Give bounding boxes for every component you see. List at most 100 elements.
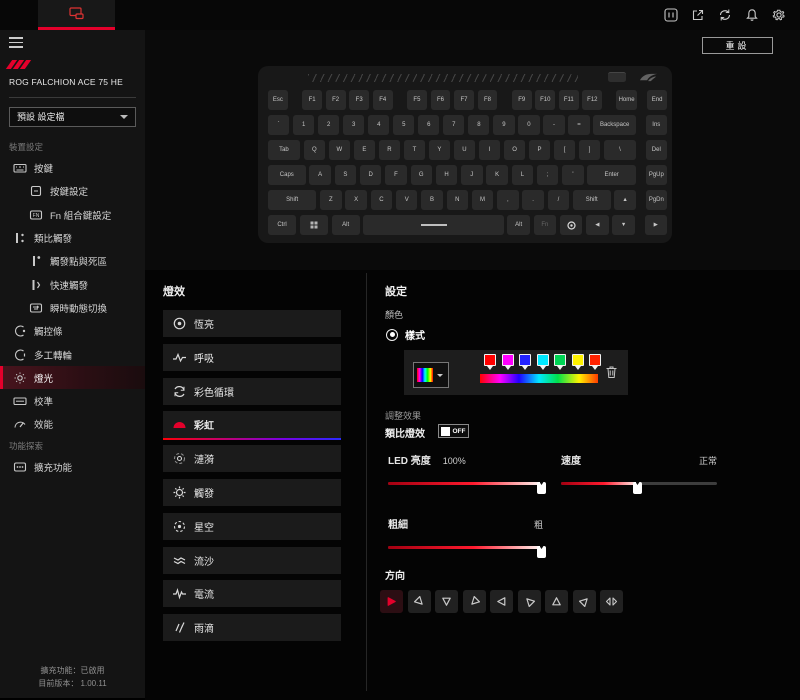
- keyboard-key[interactable]: F8: [478, 90, 498, 110]
- sidebar-item[interactable]: 按鍵: [0, 157, 145, 180]
- sidebar-item[interactable]: 瞬時動態切換: [0, 296, 145, 319]
- keyboard-key[interactable]: T: [404, 140, 425, 160]
- profile-dropdown[interactable]: 預設 設定檔: [9, 107, 136, 127]
- keyboard-key[interactable]: PgUp: [646, 165, 667, 185]
- keyboard-key[interactable]: Esc: [268, 90, 288, 110]
- keyboard-key[interactable]: 3: [343, 115, 364, 135]
- keyboard-key[interactable]: Z: [320, 190, 341, 210]
- direction-button-1[interactable]: [408, 590, 431, 613]
- keyboard-key[interactable]: Backspace: [593, 115, 635, 135]
- menu-icon[interactable]: [9, 37, 23, 48]
- sidebar-item[interactable]: 燈光: [0, 366, 145, 389]
- keyboard-key[interactable]: M: [472, 190, 493, 210]
- keyboard-key[interactable]: F6: [431, 90, 451, 110]
- keyboard-key[interactable]: F4: [373, 90, 393, 110]
- effect-item[interactable]: 流沙: [163, 547, 341, 574]
- effect-item[interactable]: 電流: [163, 580, 341, 607]
- keyboard-key[interactable]: C: [371, 190, 392, 210]
- keyboard-key[interactable]: ▼: [612, 215, 634, 235]
- keyboard-key[interactable]: End: [647, 90, 667, 110]
- slider-thumb[interactable]: [633, 482, 642, 494]
- keyboard-key[interactable]: \: [604, 140, 636, 160]
- keyboard-key[interactable]: ▶: [645, 215, 667, 235]
- keyboard-key[interactable]: Q: [304, 140, 325, 160]
- windows-key[interactable]: [300, 215, 328, 235]
- keyboard-key[interactable]: I: [479, 140, 500, 160]
- direction-button-4[interactable]: [490, 590, 513, 613]
- keyboard-key[interactable]: 4: [368, 115, 389, 135]
- keyboard-key[interactable]: 7: [443, 115, 464, 135]
- keyboard-key[interactable]: =: [568, 115, 589, 135]
- keyboard-key[interactable]: ,: [497, 190, 518, 210]
- keyboard-key[interactable]: Ctrl: [268, 215, 296, 235]
- keyboard-key[interactable]: F2: [326, 90, 346, 110]
- effect-item[interactable]: 彩虹: [163, 411, 341, 438]
- effect-item[interactable]: 雨滴: [163, 614, 341, 641]
- keyboard-key[interactable]: ]: [579, 140, 600, 160]
- effect-item[interactable]: 漣漪: [163, 445, 341, 472]
- keyboard-key[interactable]: Enter: [587, 165, 635, 185]
- keyboard-key[interactable]: [: [554, 140, 575, 160]
- style-radio[interactable]: [386, 329, 398, 341]
- keyboard-key[interactable]: `: [268, 115, 289, 135]
- sidebar-item[interactable]: 類比觸發: [0, 226, 145, 249]
- keyboard-key[interactable]: F11: [559, 90, 579, 110]
- keyboard-key[interactable]: J: [461, 165, 482, 185]
- gear-icon[interactable]: [771, 8, 786, 23]
- keyboard-key[interactable]: V: [396, 190, 417, 210]
- keyboard-key[interactable]: -: [543, 115, 564, 135]
- keyboard-key[interactable]: Alt: [332, 215, 360, 235]
- keyboard-key[interactable]: Y: [429, 140, 450, 160]
- keyboard-key[interactable]: W: [329, 140, 350, 160]
- keyboard-key[interactable]: F9: [512, 90, 532, 110]
- keyboard-key[interactable]: X: [345, 190, 366, 210]
- keyboard-key[interactable]: ◀: [586, 215, 608, 235]
- keyboard-key[interactable]: F: [385, 165, 406, 185]
- keyboard-key[interactable]: .: [522, 190, 543, 210]
- keyboard-key[interactable]: H: [436, 165, 457, 185]
- gradient-stop[interactable]: [572, 354, 584, 366]
- gradient-stop[interactable]: [484, 354, 496, 366]
- gradient-stop[interactable]: [502, 354, 514, 366]
- keyboard-key[interactable]: 6: [418, 115, 439, 135]
- keyboard-key[interactable]: ;: [537, 165, 558, 185]
- gradient-stop[interactable]: [589, 354, 601, 366]
- effect-item[interactable]: 觸發: [163, 479, 341, 506]
- keyboard-key[interactable]: Del: [646, 140, 667, 160]
- keyboard-key[interactable]: B: [421, 190, 442, 210]
- direction-button-6[interactable]: [545, 590, 568, 613]
- keyboard-key[interactable]: O: [504, 140, 525, 160]
- keyboard-key[interactable]: ': [562, 165, 583, 185]
- keyboard-key[interactable]: G: [411, 165, 432, 185]
- gradient-stop[interactable]: [554, 354, 566, 366]
- keyboard-key[interactable]: L: [512, 165, 533, 185]
- sidebar-item[interactable]: 觸控條: [0, 320, 145, 343]
- keyboard-key[interactable]: K: [486, 165, 507, 185]
- keyboard-key[interactable]: F3: [349, 90, 369, 110]
- sidebar-item[interactable]: FNFn 組合鍵設定: [0, 203, 145, 226]
- keyboard-key[interactable]: R: [379, 140, 400, 160]
- share-icon[interactable]: [690, 8, 705, 23]
- device-tab[interactable]: [38, 0, 115, 30]
- effect-item[interactable]: 呼吸: [163, 344, 341, 371]
- keyboard-key[interactable]: Shift: [268, 190, 316, 210]
- keyboard-key[interactable]: F5: [407, 90, 427, 110]
- effect-item[interactable]: 恆亮: [163, 310, 341, 337]
- keyboard-key[interactable]: D: [360, 165, 381, 185]
- keyboard-key[interactable]: S: [335, 165, 356, 185]
- keyboard-key[interactable]: /: [548, 190, 569, 210]
- bell-icon[interactable]: [744, 8, 759, 23]
- copilot-key[interactable]: [560, 215, 582, 235]
- sidebar-item[interactable]: 效能: [0, 413, 145, 436]
- keyboard-key[interactable]: F1: [302, 90, 322, 110]
- slider-track[interactable]: [561, 482, 717, 485]
- keyboard-key[interactable]: Fn: [534, 215, 556, 235]
- keyboard-key[interactable]: 1: [293, 115, 314, 135]
- gradient-preset-dropdown[interactable]: [413, 362, 449, 388]
- keyboard-key[interactable]: Caps: [268, 165, 306, 185]
- keyboard-key[interactable]: 9: [493, 115, 514, 135]
- keyboard-key[interactable]: Alt: [507, 215, 529, 235]
- gradient-bar[interactable]: [480, 374, 598, 383]
- keyboard-key[interactable]: N: [447, 190, 468, 210]
- sidebar-item[interactable]: 校準: [0, 389, 145, 412]
